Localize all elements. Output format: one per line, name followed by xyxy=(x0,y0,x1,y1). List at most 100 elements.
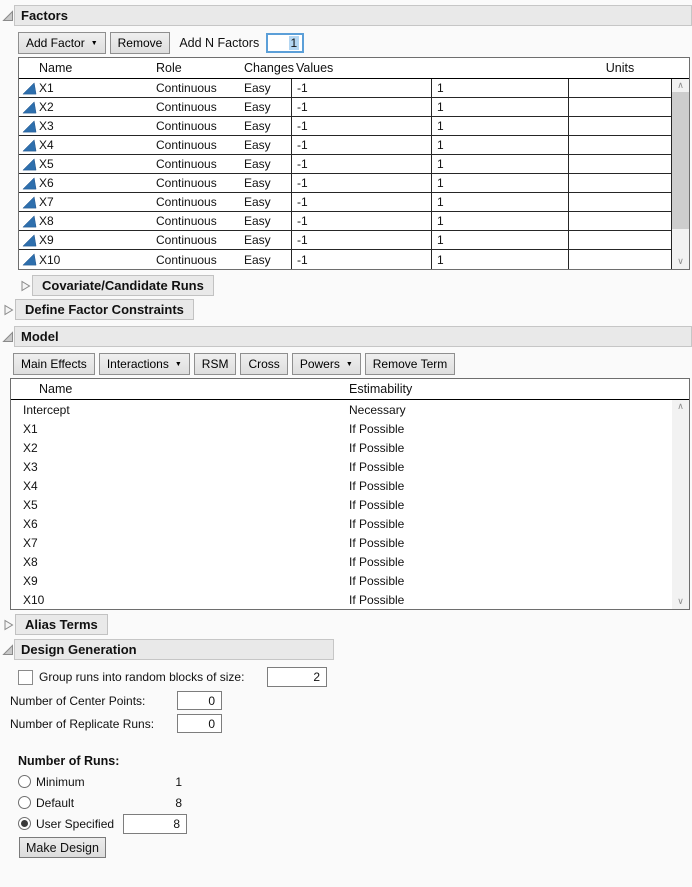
factor-changes-cell[interactable]: Easy xyxy=(237,79,291,97)
model-term-row[interactable]: Intercept Necessary xyxy=(11,400,689,419)
factor-row[interactable]: X9 Continuous Easy -1 1 xyxy=(19,231,672,250)
factor-role-cell[interactable]: Continuous xyxy=(149,174,237,192)
model-term-row[interactable]: X6 If Possible xyxy=(11,514,689,533)
factor-low-value-cell[interactable]: -1 xyxy=(291,136,431,154)
factor-high-value-cell[interactable]: 1 xyxy=(431,155,568,173)
factor-changes-cell[interactable]: Easy xyxy=(237,155,291,173)
scroll-down-icon[interactable]: ∨ xyxy=(672,255,689,268)
radio-button[interactable] xyxy=(18,796,31,809)
replicate-runs-input[interactable]: 0 xyxy=(177,714,222,733)
make-design-button[interactable]: Make Design xyxy=(19,837,106,858)
disclosure-open-icon[interactable] xyxy=(1,330,14,343)
factor-name-cell[interactable]: X10 xyxy=(19,250,149,269)
model-toolbar-button[interactable]: Cross xyxy=(240,353,288,375)
factor-row[interactable]: X10 Continuous Easy -1 1 xyxy=(19,250,672,269)
model-term-row[interactable]: X2 If Possible xyxy=(11,438,689,457)
model-table-scrollbar[interactable]: ∧ ∨ xyxy=(672,400,689,609)
factor-role-cell[interactable]: Continuous xyxy=(149,136,237,154)
factor-changes-cell[interactable]: Easy xyxy=(237,250,291,269)
factor-row[interactable]: X2 Continuous Easy -1 1 xyxy=(19,98,672,117)
remove-button[interactable]: Remove xyxy=(109,32,171,54)
factor-units-cell[interactable] xyxy=(568,174,672,192)
group-blocks-size-input[interactable]: 2 xyxy=(267,667,327,687)
factor-high-value-cell[interactable]: 1 xyxy=(431,79,568,97)
factor-changes-cell[interactable]: Easy xyxy=(237,136,291,154)
scroll-down-icon[interactable]: ∨ xyxy=(672,595,689,608)
factor-changes-cell[interactable]: Easy xyxy=(237,174,291,192)
factor-low-value-cell[interactable]: -1 xyxy=(291,98,431,116)
factor-name-cell[interactable]: X7 xyxy=(19,193,149,211)
factors-table-scrollbar[interactable]: ∧ ∨ xyxy=(672,79,689,269)
term-estimability[interactable]: If Possible xyxy=(337,593,404,607)
factor-units-cell[interactable] xyxy=(568,136,672,154)
add-n-factors-input[interactable]: 1 xyxy=(266,33,305,53)
factor-row[interactable]: X8 Continuous Easy -1 1 xyxy=(19,212,672,231)
disclosure-closed-icon[interactable] xyxy=(2,619,15,631)
factor-name-cell[interactable]: X1 xyxy=(19,79,149,97)
factor-name-cell[interactable]: X3 xyxy=(19,117,149,135)
factor-changes-cell[interactable]: Easy xyxy=(237,212,291,230)
model-toolbar-button[interactable]: RSM xyxy=(193,353,237,375)
factor-low-value-cell[interactable]: -1 xyxy=(291,117,431,135)
scrollbar-thumb[interactable] xyxy=(672,92,689,229)
factor-role-cell[interactable]: Continuous xyxy=(149,212,237,230)
disclosure-open-icon[interactable] xyxy=(1,643,14,656)
factor-low-value-cell[interactable]: -1 xyxy=(291,193,431,211)
factor-row[interactable]: X6 Continuous Easy -1 1 xyxy=(19,174,672,193)
covariate-candidate-runs-header[interactable]: Covariate/Candidate Runs xyxy=(18,275,692,296)
term-estimability[interactable]: If Possible xyxy=(337,441,404,455)
factor-name-cell[interactable]: X8 xyxy=(19,212,149,230)
term-estimability[interactable]: If Possible xyxy=(337,536,404,550)
model-toolbar-button[interactable]: Powers ▼ xyxy=(291,353,361,375)
factor-units-cell[interactable] xyxy=(568,231,672,249)
model-term-row[interactable]: X9 If Possible xyxy=(11,571,689,590)
factor-role-cell[interactable]: Continuous xyxy=(149,193,237,211)
factor-high-value-cell[interactable]: 1 xyxy=(431,98,568,116)
factor-low-value-cell[interactable]: -1 xyxy=(291,250,431,269)
factor-units-cell[interactable] xyxy=(568,250,672,269)
radio-button[interactable] xyxy=(18,817,31,830)
factors-section-header[interactable]: Factors xyxy=(0,5,692,26)
model-term-row[interactable]: X5 If Possible xyxy=(11,495,689,514)
factor-name-cell[interactable]: X2 xyxy=(19,98,149,116)
factor-role-cell[interactable]: Continuous xyxy=(149,231,237,249)
model-toolbar-button[interactable]: Main Effects xyxy=(13,353,95,375)
term-estimability[interactable]: If Possible xyxy=(337,460,404,474)
factor-high-value-cell[interactable]: 1 xyxy=(431,117,568,135)
factor-high-value-cell[interactable]: 1 xyxy=(431,231,568,249)
factor-high-value-cell[interactable]: 1 xyxy=(431,193,568,211)
factor-units-cell[interactable] xyxy=(568,155,672,173)
factor-name-cell[interactable]: X4 xyxy=(19,136,149,154)
model-term-row[interactable]: X3 If Possible xyxy=(11,457,689,476)
factor-changes-cell[interactable]: Easy xyxy=(237,98,291,116)
factor-role-cell[interactable]: Continuous xyxy=(149,155,237,173)
factor-role-cell[interactable]: Continuous xyxy=(149,250,237,269)
radio-button[interactable] xyxy=(18,775,31,788)
term-estimability[interactable]: If Possible xyxy=(337,574,404,588)
model-toolbar-button[interactable]: Remove Term xyxy=(364,353,456,375)
design-generation-section-header[interactable]: Design Generation xyxy=(0,639,692,660)
scroll-up-icon[interactable]: ∧ xyxy=(672,400,689,413)
scroll-up-icon[interactable]: ∧ xyxy=(672,79,689,92)
disclosure-open-icon[interactable] xyxy=(1,9,14,22)
term-estimability[interactable]: Necessary xyxy=(337,403,406,417)
term-estimability[interactable]: If Possible xyxy=(337,555,404,569)
model-term-row[interactable]: X8 If Possible xyxy=(11,552,689,571)
factor-high-value-cell[interactable]: 1 xyxy=(431,136,568,154)
factor-low-value-cell[interactable]: -1 xyxy=(291,174,431,192)
factor-changes-cell[interactable]: Easy xyxy=(237,193,291,211)
factor-units-cell[interactable] xyxy=(568,212,672,230)
factor-low-value-cell[interactable]: -1 xyxy=(291,212,431,230)
model-term-row[interactable]: X10 If Possible xyxy=(11,590,689,609)
model-term-row[interactable]: X7 If Possible xyxy=(11,533,689,552)
disclosure-closed-icon[interactable] xyxy=(19,280,32,292)
factor-role-cell[interactable]: Continuous xyxy=(149,117,237,135)
model-term-row[interactable]: X4 If Possible xyxy=(11,476,689,495)
factor-role-cell[interactable]: Continuous xyxy=(149,79,237,97)
model-section-header[interactable]: Model xyxy=(0,326,692,347)
factor-row[interactable]: X4 Continuous Easy -1 1 xyxy=(19,136,672,155)
factor-low-value-cell[interactable]: -1 xyxy=(291,155,431,173)
factor-low-value-cell[interactable]: -1 xyxy=(291,231,431,249)
factor-role-cell[interactable]: Continuous xyxy=(149,98,237,116)
factor-name-cell[interactable]: X6 xyxy=(19,174,149,192)
